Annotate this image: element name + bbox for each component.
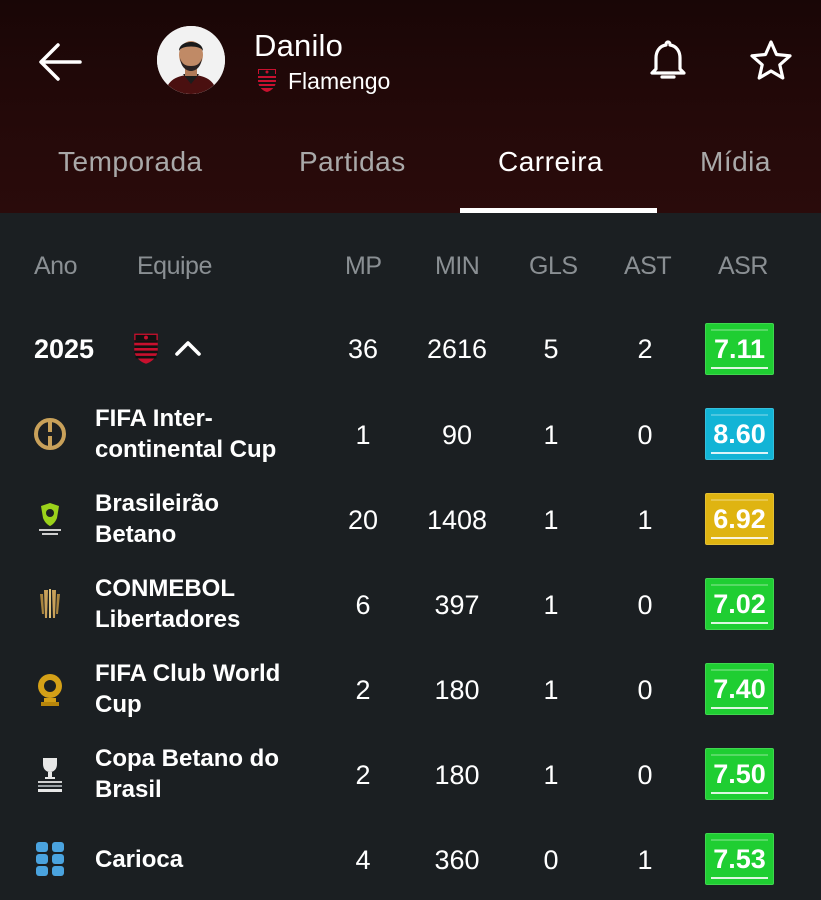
carioca-icon (36, 842, 64, 876)
competition-name-line: FIFA Inter- (95, 405, 213, 432)
competition-name-line: Libertadores (95, 606, 241, 633)
row-ast: 0 (637, 675, 653, 705)
competition-name: CONMEBOL Libertadores (95, 573, 335, 635)
row-min: 397 (434, 590, 480, 620)
row-ast: 1 (637, 845, 653, 875)
row-mp: 2 (355, 760, 371, 790)
avatar[interactable] (157, 26, 225, 94)
row-min: 360 (434, 845, 480, 875)
competition-name-line: Brasileirão (95, 490, 220, 517)
back-button[interactable] (36, 40, 84, 84)
active-tab-indicator (460, 208, 657, 213)
competition-name-line: Brasil (95, 776, 162, 803)
row-mp: 1 (355, 420, 371, 450)
rating-badge: 7.53 (705, 833, 774, 885)
competition-name-line: Carioca (95, 846, 184, 873)
row-mp: 6 (355, 590, 371, 620)
bell-icon (650, 40, 686, 79)
row-mp: 4 (355, 845, 371, 875)
competition-name-line: CONMEBOL (95, 575, 235, 602)
rating-badge: 7.50 (705, 748, 774, 800)
competition-name-line: FIFA Club World (95, 660, 281, 687)
competition-name-line: Betano (95, 521, 177, 548)
arrow-left-icon (39, 43, 82, 81)
competition-name: Copa Betano do Brasil (95, 743, 335, 805)
competition-name: Brasileirão Betano (95, 488, 335, 550)
fifa-intercontinental-cup-icon (34, 418, 66, 450)
column-header-equipe[interactable]: Equipe (137, 252, 212, 281)
competition-name: FIFA Club World Cup (95, 658, 335, 720)
column-header-mp[interactable]: MP (345, 252, 382, 281)
rating-badge: 6.92 (705, 493, 774, 545)
copa-do-brasil-icon (38, 758, 62, 792)
column-header-asr[interactable]: ASR (718, 252, 768, 281)
row-min: 180 (434, 760, 480, 790)
season-gls: 5 (543, 334, 559, 364)
season-min: 2616 (426, 334, 488, 364)
rating-badge: 7.02 (705, 578, 774, 630)
row-mp: 20 (347, 505, 379, 535)
row-ast: 0 (637, 420, 653, 450)
season-year: 2025 (34, 334, 95, 364)
season-mp: 36 (347, 334, 379, 364)
row-gls: 1 (543, 590, 559, 620)
flamengo-crest-icon (134, 333, 158, 364)
row-gls: 1 (543, 420, 559, 450)
tab-midia[interactable]: Mídia (700, 146, 771, 178)
column-header-min[interactable]: MIN (435, 252, 480, 281)
libertadores-trophy-icon (40, 589, 60, 618)
club-world-cup-icon (38, 674, 62, 706)
star-icon (750, 40, 792, 80)
club-name[interactable]: Flamengo (288, 68, 390, 95)
player-photo-icon (157, 26, 225, 94)
row-ast: 0 (637, 760, 653, 790)
column-header-ano[interactable]: Ano (34, 252, 77, 281)
rating-badge: 8.60 (705, 408, 774, 460)
season-ast: 2 (637, 334, 653, 364)
competition-name-line: Cup (95, 691, 142, 718)
row-mp: 2 (355, 675, 371, 705)
brasileirao-icon (39, 503, 61, 535)
notification-button[interactable] (648, 38, 688, 84)
row-ast: 1 (637, 505, 653, 535)
tab-temporada[interactable]: Temporada (58, 146, 203, 178)
competition-name-line: Copa Betano do (95, 745, 279, 772)
row-min: 180 (434, 675, 480, 705)
rating-badge: 7.40 (705, 663, 774, 715)
column-header-gls[interactable]: GLS (529, 252, 578, 281)
player-name: Danilo (254, 28, 344, 63)
competition-name: Carioca (95, 844, 335, 875)
row-gls: 1 (543, 675, 559, 705)
tab-carreira[interactable]: Carreira (498, 146, 603, 178)
tab-partidas[interactable]: Partidas (299, 146, 406, 178)
row-min: 1408 (426, 505, 488, 535)
row-ast: 0 (637, 590, 653, 620)
competition-name: FIFA Inter- continental Cup (95, 403, 335, 465)
flamengo-crest-icon (258, 69, 276, 92)
season-rating-badge: 7.11 (705, 323, 774, 375)
competition-name-line: continental Cup (95, 436, 277, 463)
row-min: 90 (441, 420, 473, 450)
row-gls: 1 (543, 505, 559, 535)
favorite-button[interactable] (748, 38, 794, 84)
column-header-ast[interactable]: AST (624, 252, 672, 281)
player-header: Danilo Flamengo Temporada Partidas Carre… (0, 0, 821, 213)
row-gls: 0 (543, 845, 559, 875)
chevron-up-icon[interactable] (174, 338, 202, 358)
row-gls: 1 (543, 760, 559, 790)
